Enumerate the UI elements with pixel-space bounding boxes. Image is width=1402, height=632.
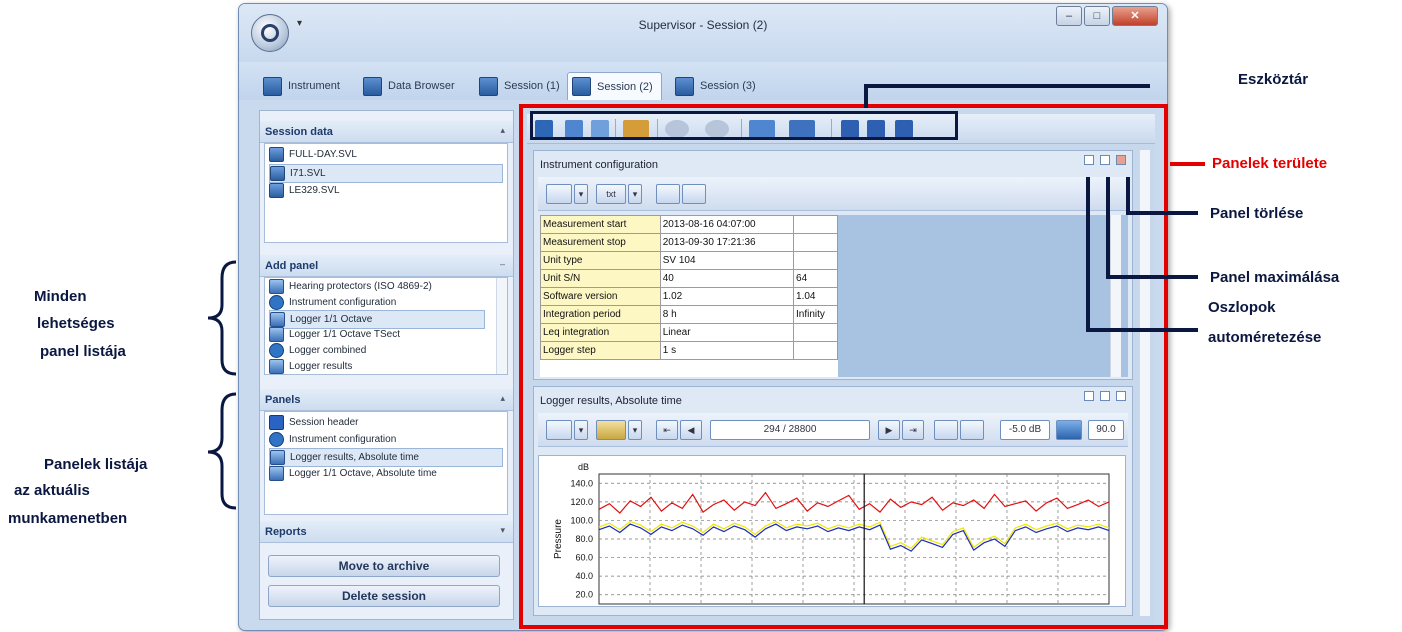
panel-delete-annotation: Panel törlése	[1210, 205, 1304, 222]
panels-area-annotation: Panelek területe	[1212, 155, 1328, 172]
toolbar-annotation: Eszköztár	[1238, 71, 1309, 88]
maximize-callout-line	[1106, 177, 1198, 279]
all-panels-annotation-line1: Minden	[34, 288, 87, 305]
annotation-lines	[207, 84, 1205, 510]
add-panel-brace	[207, 260, 237, 376]
autosize-callout-line	[1086, 177, 1198, 332]
session-panels-annotation-line3: munkamenetben	[8, 510, 128, 527]
session-panels-annotation-line2: az aktuális	[14, 482, 90, 499]
session-panels-annotation-line1: Panelek listája	[44, 456, 148, 473]
delete-callout-line	[1126, 177, 1198, 215]
all-panels-annotation-line2: lehetséges	[37, 315, 115, 332]
all-panels-annotation-line3: panel listája	[40, 343, 126, 360]
autosize-annotation-line2: automéretezése	[1208, 329, 1322, 346]
panel-maximize-annotation: Panel maximálása	[1210, 269, 1340, 286]
toolbar-callout-line	[864, 84, 1150, 108]
panels-brace	[207, 392, 237, 510]
autosize-annotation-line1: Oszlopok	[1208, 299, 1276, 316]
